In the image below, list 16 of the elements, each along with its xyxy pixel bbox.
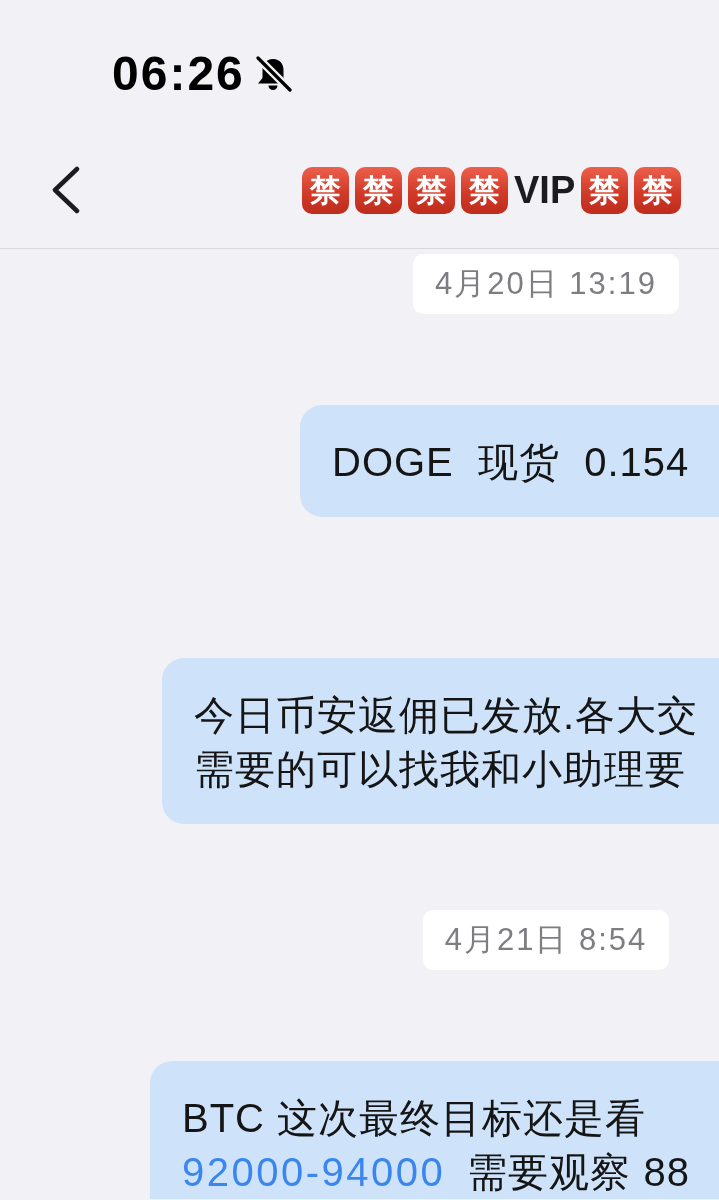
chevron-left-icon [52,166,80,214]
message-text: BTC 这次最终目标还是看 92000-94000 需要观察 88 [182,1095,691,1196]
message-text: DOGE 现货 0.154 [332,439,691,486]
timestamp: 4月21日 8:54 [422,910,670,970]
emoji-tile: 禁 [355,166,402,214]
chat-title: VIP [514,167,576,213]
emoji-tile: 禁 [634,166,682,214]
emoji-tile: 禁 [581,166,629,214]
emoji-tile: 禁 [302,166,349,214]
message-text: 今日币安返佣已发放.各大交 需要的可以找我和小助理要 [194,692,700,793]
status-time: 06:26 [112,46,245,102]
number-link[interactable]: 92000-94000 [182,1150,446,1194]
emoji-tile: 禁 [408,166,455,214]
emoji-tile: 禁 [461,166,508,214]
back-button[interactable] [50,165,82,215]
timestamp: 4月20日 13:19 [413,254,679,314]
